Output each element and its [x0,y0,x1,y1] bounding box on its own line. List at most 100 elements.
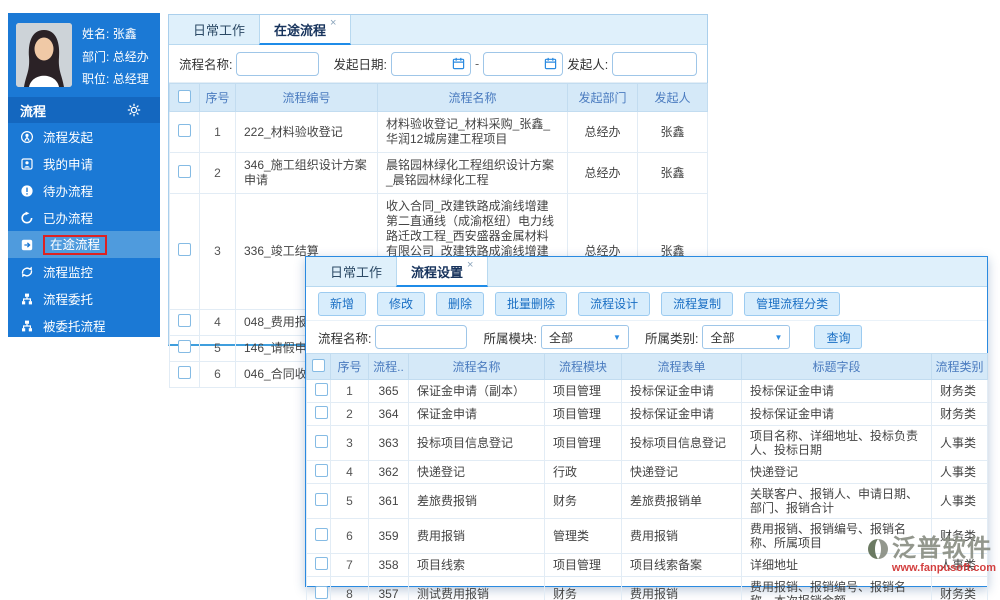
start-date-label: 发起日期: [333,58,387,72]
calendar-icon[interactable] [544,57,557,70]
sidebar-item-delegated-processes[interactable]: 被委托流程 [8,312,160,339]
sidebar-item-process-monitor[interactable]: 流程监控 [8,258,160,285]
sidebar-item-done-processes[interactable]: 已办流程 [8,204,160,231]
row-seq: 7 [330,553,369,577]
table-cell: 362 [368,460,409,484]
select-all-checkbox[interactable] [178,89,191,103]
tab-in-transit[interactable]: 在途流程 × [259,15,352,45]
row-checkbox-cell [169,361,200,388]
row-checkbox[interactable] [178,243,191,256]
row-seq: 6 [330,518,369,554]
table-cell: 项目线索 [408,553,545,577]
row-checkbox-cell [169,309,200,336]
tab-daily-work[interactable]: 日常工作 [179,15,259,44]
sidebar-item-label: 待办流程 [43,185,94,199]
table-cell: 财务类 [931,402,988,426]
row-seq: 6 [199,361,236,388]
process-name-label: 流程名称: [318,331,372,346]
manage-category-button[interactable]: 管理流程分类 [744,291,841,316]
sidebar-item-in-transit-processes[interactable]: 在途流程 [8,231,160,258]
calendar-icon[interactable] [452,57,465,70]
process-name-input[interactable] [375,325,468,349]
row-checkbox-cell [306,576,331,600]
table-row: 4 362 快递登记 行政 快递登记 快递登记 人事类 [306,460,988,484]
fanpu-logo-icon [868,539,888,559]
row-checkbox-cell [169,111,200,153]
process-name-input[interactable] [236,51,320,76]
delete-button[interactable]: 删除 [436,291,485,316]
sidebar-item-label: 流程发起 [43,131,94,145]
table-cell: 测试费用报销 [408,576,545,600]
table-cell: 投标项目信息登记 [408,425,545,461]
sidebar-item-label: 流程监控 [43,266,94,280]
initiator-label: 发起人: [567,58,609,72]
select-all-checkbox[interactable] [312,358,325,372]
avatar [16,23,72,87]
start-date-from-input[interactable] [390,51,471,76]
table-cell: 管理类 [544,518,622,554]
row-checkbox[interactable] [315,406,328,419]
category-select[interactable]: 全部 ▼ [702,325,791,349]
add-button[interactable]: 新增 [318,291,367,316]
process-copy-button[interactable]: 流程复制 [661,291,734,316]
row-checkbox[interactable] [178,340,191,353]
row-checkbox[interactable] [315,435,328,448]
batch-delete-button[interactable]: 批量删除 [495,291,568,316]
table-header-row: 序号 流程.. 流程名称 流程模块 流程表单 标题字段 流程类别 [306,353,988,380]
table-cell: 总经办 [567,152,638,194]
sidebar-item-process-delegation[interactable]: 流程委托 [8,285,160,312]
column-header: 流程名称 [408,353,545,380]
table-cell: 投标保证金申请 [621,402,742,426]
panel1-tabbar: 日常工作 在途流程 × [169,15,707,45]
launch-icon [20,130,34,144]
column-header: 流程编号 [235,83,378,112]
table-cell: 361 [368,483,409,519]
process-design-button[interactable]: 流程设计 [578,291,651,316]
tab-process-settings[interactable]: 流程设置 × [396,257,489,287]
close-tab-icon[interactable]: × [467,259,473,271]
sidebar-item-my-applications[interactable]: 我的申请 [8,150,160,177]
user-name: 姓名: 张鑫 [82,27,137,41]
row-checkbox[interactable] [178,164,191,178]
row-checkbox-cell [306,402,331,426]
sidebar-item-todo-processes[interactable]: 待办流程 [8,177,160,204]
column-header: 序号 [330,353,369,380]
start-date-to-input[interactable] [483,51,564,76]
initiator-input[interactable] [612,51,697,76]
table-cell: 358 [368,553,409,577]
row-checkbox[interactable] [315,383,328,396]
table-row: 1 222_材料验收登记 材料验收登记_材料采购_张鑫_华润12城房建工程项目 总经办… [169,111,708,153]
column-header: 发起部门 [567,83,638,112]
edit-button[interactable]: 修改 [377,291,426,316]
row-checkbox[interactable] [315,528,328,541]
sidebar-item-process-launch[interactable]: 流程发起 [8,123,160,150]
table-cell: 人事类 [931,425,988,461]
row-checkbox[interactable] [315,493,328,506]
table-cell: 保证金申请（副本） [408,379,545,403]
table-row: 5 361 差旅费报销 财务 差旅费报销单 关联客户、报销人、申请日期、部门、报销合计 人事… [306,483,988,519]
row-checkbox[interactable] [178,123,191,137]
row-checkbox[interactable] [315,557,328,570]
row-checkbox[interactable] [178,366,191,379]
table-row: 8357测试费用报销财务费用报销费用报销、报销编号、报销名称、本次报销金额财务类 [306,576,988,600]
table-cell: 费用报销、报销编号、报销名称、本次报销金额 [741,576,932,600]
table-cell: 快递登记 [741,460,932,484]
delegate-icon [20,292,34,306]
desktop: 姓名: 张鑫 部门: 总经办 职位: 总经理 流程 流程发起 我的申请 待办流程… [0,0,1000,600]
row-checkbox[interactable] [315,586,328,599]
row-checkbox[interactable] [178,314,191,327]
close-tab-icon[interactable]: × [330,17,336,29]
row-seq: 2 [199,152,236,194]
table-cell: 投标项目信息登记 [621,425,742,461]
tab-daily-work[interactable]: 日常工作 [316,257,396,286]
table-cell: 359 [368,518,409,554]
table-cell: 项目管理 [544,553,622,577]
table-cell: 差旅费报销单 [621,483,742,519]
process-name-label: 流程名称: [179,58,233,72]
search-button[interactable]: 查询 [814,325,863,349]
gear-icon[interactable] [127,103,141,117]
row-checkbox[interactable] [315,464,328,477]
sidebar-menu-header: 流程 [8,97,160,123]
module-select[interactable]: 全部 ▼ [540,325,629,349]
panel2-tabbar: 日常工作 流程设置 × [306,257,987,287]
